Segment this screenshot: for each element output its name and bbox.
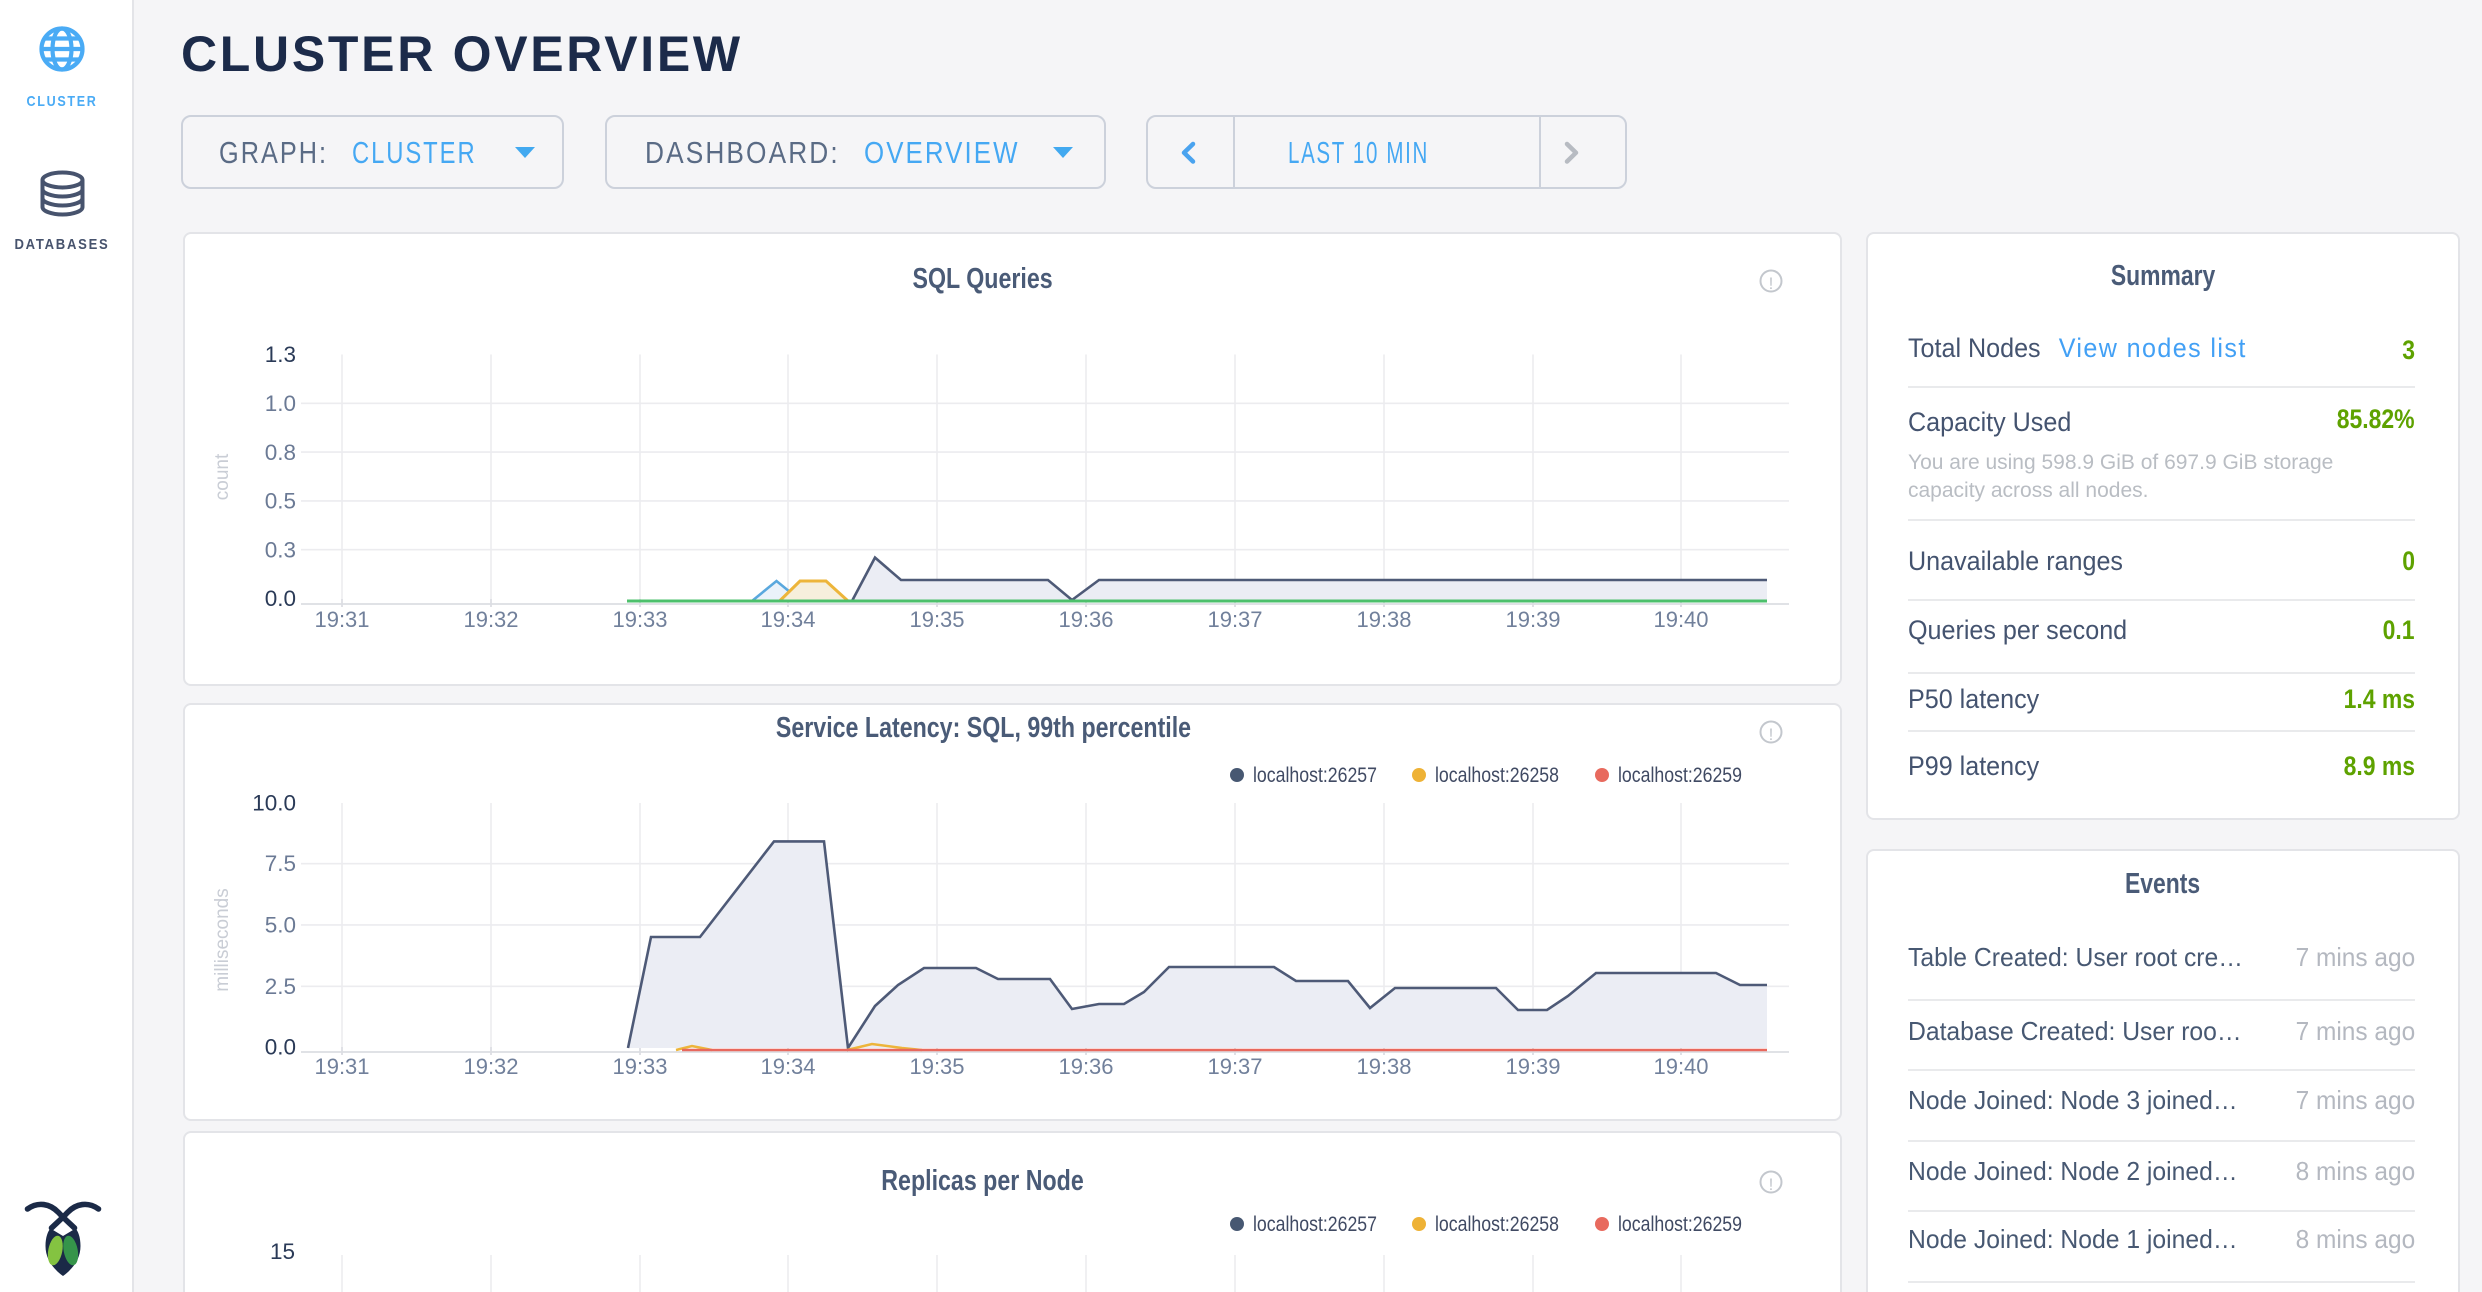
svg-text:19:34: 19:34	[760, 1054, 815, 1079]
svg-text:1.0: 1.0	[265, 391, 296, 416]
svg-text:19:36: 19:36	[1058, 1054, 1113, 1079]
svg-text:19:31: 19:31	[314, 607, 369, 632]
svg-text:19:39: 19:39	[1505, 607, 1560, 632]
svg-text:19:38: 19:38	[1356, 1054, 1411, 1079]
svg-text:19:32: 19:32	[463, 1054, 518, 1079]
svg-text:count: count	[212, 453, 233, 500]
svg-text:0.0: 0.0	[265, 1035, 296, 1060]
svg-text:5.0: 5.0	[265, 912, 296, 937]
svg-text:!: !	[1769, 1175, 1774, 1194]
svg-text:0.5: 0.5	[265, 489, 296, 514]
svg-text:19:35: 19:35	[909, 1054, 964, 1079]
svg-text:localhost:26259: localhost:26259	[1618, 764, 1742, 787]
svg-text:15: 15	[270, 1239, 295, 1264]
svg-text:1.3: 1.3	[265, 342, 296, 367]
svg-text:0.0: 0.0	[265, 586, 296, 611]
svg-text:19:34: 19:34	[760, 607, 815, 632]
svg-text:19:31: 19:31	[314, 1054, 369, 1079]
svg-text:2.5: 2.5	[265, 974, 296, 999]
svg-text:0.8: 0.8	[265, 440, 296, 465]
svg-text:19:37: 19:37	[1207, 1054, 1262, 1079]
svg-text:DATABASES: DATABASES	[15, 236, 110, 253]
svg-text:19:40: 19:40	[1653, 607, 1708, 632]
svg-text:19:35: 19:35	[909, 607, 964, 632]
svg-text:19:33: 19:33	[612, 1054, 667, 1079]
svg-text:0.3: 0.3	[265, 537, 296, 562]
svg-text:localhost:26259: localhost:26259	[1618, 1213, 1742, 1236]
svg-text:milliseconds: milliseconds	[212, 888, 233, 991]
svg-text:localhost:26258: localhost:26258	[1435, 764, 1559, 787]
svg-text:7.5: 7.5	[265, 851, 296, 876]
svg-text:19:32: 19:32	[463, 607, 518, 632]
svg-text:19:38: 19:38	[1356, 607, 1411, 632]
svg-text:19:33: 19:33	[612, 607, 667, 632]
svg-text:localhost:26257: localhost:26257	[1253, 764, 1377, 787]
svg-text:!: !	[1769, 274, 1774, 293]
svg-text:CLUSTER: CLUSTER	[27, 93, 98, 110]
svg-text:localhost:26257: localhost:26257	[1253, 1213, 1377, 1236]
svg-text:10.0: 10.0	[252, 791, 296, 816]
svg-text:19:37: 19:37	[1207, 607, 1262, 632]
svg-text:localhost:26258: localhost:26258	[1435, 1213, 1559, 1236]
svg-text:19:40: 19:40	[1653, 1054, 1708, 1079]
svg-text:!: !	[1769, 725, 1774, 744]
svg-text:19:39: 19:39	[1505, 1054, 1560, 1079]
svg-text:19:36: 19:36	[1058, 607, 1113, 632]
